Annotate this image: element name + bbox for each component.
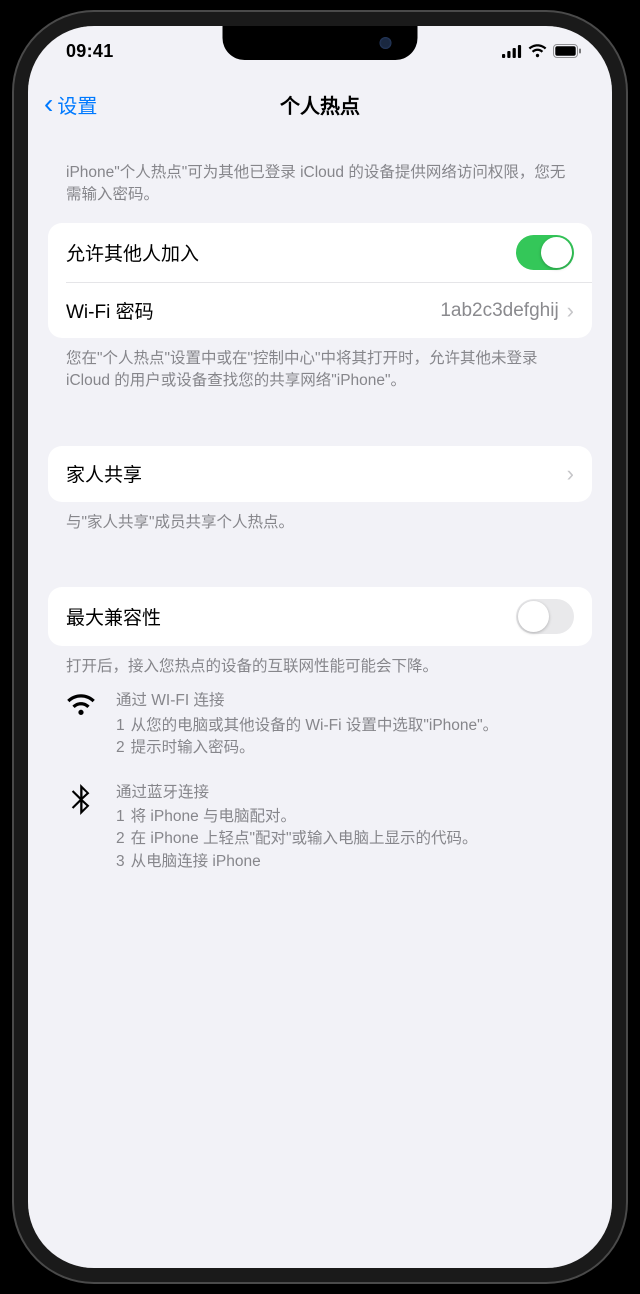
row-max-compat[interactable]: 最大兼容性 [48,587,592,646]
wifi-password-label: Wi-Fi 密码 [66,297,154,324]
group-main: 允许其他人加入 Wi-Fi 密码 1ab2c3defghij › [48,223,592,338]
wifi-password-value: 1ab2c3defghij [440,300,558,322]
instruction-bt-body: 通过蓝牙连接 1将 iPhone 与电脑配对。 2在 iPhone 上轻点"配对… [116,782,478,874]
back-button[interactable]: ‹ 设置 [44,90,97,119]
screen: 09:41 ‹ 设置 个人热点 iPhone"个人热点"可为其他已登录 iClo… [28,26,612,1268]
notch [223,26,418,60]
allow-others-toggle[interactable] [516,235,574,270]
compat-footer: 打开后，接入您热点的设备的互联网性能可能会下降。 [48,646,592,690]
row-family-sharing[interactable]: 家人共享 › [48,446,592,502]
chevron-right-icon: › [567,298,574,324]
bt-instruction-title: 通过蓝牙连接 [116,782,478,804]
wifi-step-1: 从您的电脑或其他设备的 Wi-Fi 设置中选取"iPhone"。 [131,715,499,737]
instruction-wifi: 通过 WI-FI 连接 1从您的电脑或其他设备的 Wi-Fi 设置中选取"iPh… [48,690,592,781]
allow-others-label: 允许其他人加入 [66,239,199,266]
intro-text: iPhone"个人热点"可为其他已登录 iCloud 的设备提供网络访问权限，您… [48,132,592,223]
navigation-bar: ‹ 设置 个人热点 [28,76,612,132]
max-compat-label: 最大兼容性 [66,603,161,630]
bt-step-1: 将 iPhone 与电脑配对。 [131,806,296,828]
row-allow-others[interactable]: 允许其他人加入 [48,223,592,282]
instruction-wifi-body: 通过 WI-FI 连接 1从您的电脑或其他设备的 Wi-Fi 设置中选取"iPh… [116,690,498,759]
cellular-icon [502,45,522,58]
allow-footer: 您在"个人热点"设置中或在"控制中心"中将其打开时，允许其他未登录 iCloud… [48,338,592,403]
group-compat: 最大兼容性 [48,587,592,646]
family-sharing-label: 家人共享 [66,460,142,487]
bt-step-2: 在 iPhone 上轻点"配对"或输入电脑上显示的代码。 [131,828,478,850]
wifi-instruction-title: 通过 WI-FI 连接 [116,690,498,712]
bluetooth-icon [66,782,98,874]
wifi-step-2: 提示时输入密码。 [131,737,255,759]
status-time: 09:41 [66,41,114,62]
chevron-right-icon: › [567,461,574,487]
content: iPhone"个人热点"可为其他已登录 iCloud 的设备提供网络访问权限，您… [28,132,612,895]
page-title: 个人热点 [280,90,360,119]
bt-step-3: 从电脑连接 iPhone [131,851,261,873]
chevron-left-icon: ‹ [44,90,53,118]
family-footer: 与"家人共享"成员共享个人热点。 [48,502,592,546]
wifi-large-icon [66,690,98,759]
phone-frame: 09:41 ‹ 设置 个人热点 iPhone"个人热点"可为其他已登录 iClo… [14,12,626,1282]
status-indicators [502,44,582,58]
battery-icon [553,44,582,58]
group-family: 家人共享 › [48,446,592,502]
instruction-bluetooth: 通过蓝牙连接 1将 iPhone 与电脑配对。 2在 iPhone 上轻点"配对… [48,782,592,896]
back-label: 设置 [57,90,97,119]
max-compat-toggle[interactable] [516,599,574,634]
wifi-icon [528,44,547,58]
row-wifi-password[interactable]: Wi-Fi 密码 1ab2c3defghij › [66,282,592,338]
front-camera [380,37,392,49]
